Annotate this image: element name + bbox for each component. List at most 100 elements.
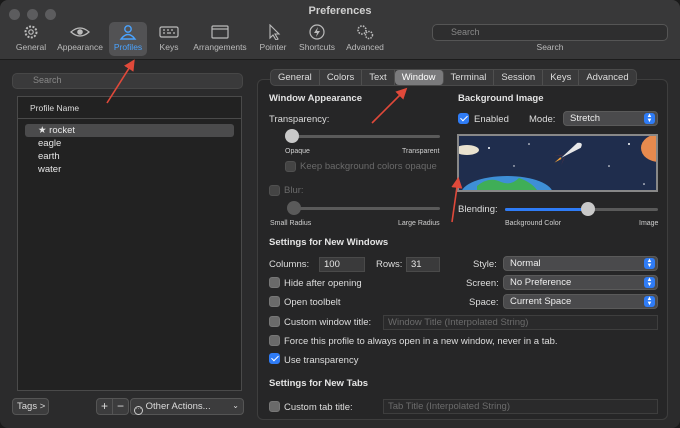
open-toolbelt-checkbox[interactable] <box>269 296 280 307</box>
lightning-icon <box>309 24 325 40</box>
style-label: Style: <box>473 259 497 270</box>
toolbar-keys[interactable]: Keys <box>152 22 186 56</box>
opaque-label: Opaque <box>285 148 310 155</box>
chevron-updown-icon: ▲ ▼ <box>644 277 655 288</box>
transparency-slider-knob[interactable] <box>285 129 299 143</box>
tab-terminal[interactable]: Terminal <box>444 70 495 85</box>
remove-profile-button[interactable]: − <box>113 398 129 415</box>
title-bar: Preferences General Appearance Profiles … <box>0 0 680 60</box>
other-actions-button[interactable]: ··· Other Actions... ⌄ <box>130 398 244 415</box>
settings-pane <box>257 79 668 420</box>
space-select[interactable]: Current Space ▲ ▼ <box>503 294 658 309</box>
force-new-window-checkbox[interactable] <box>269 335 280 346</box>
background-image-preview[interactable] <box>457 134 658 192</box>
tab-session[interactable]: Session <box>494 70 544 85</box>
toolbar-label: Advanced <box>346 42 384 52</box>
tab-advanced[interactable]: Advanced <box>579 70 635 85</box>
profile-row-eagle[interactable]: eagle <box>25 137 234 150</box>
chevron-updown-icon: ▲ ▼ <box>644 296 655 307</box>
toolbar-arrangements[interactable]: Arrangements <box>190 22 250 56</box>
search-input[interactable]: Search <box>432 24 668 41</box>
transparency-label: Transparency: <box>269 114 330 125</box>
person-icon <box>119 25 137 40</box>
large-radius-label: Large Radius <box>398 220 440 227</box>
use-transparency-label: Use transparency <box>284 355 359 366</box>
toolbar-label: Pointer <box>259 42 287 52</box>
mode-select[interactable]: Stretch ▲ ▼ <box>563 111 658 126</box>
screen-value: No Preference <box>510 277 572 288</box>
toolbar-label: Shortcuts <box>299 42 335 52</box>
hide-after-opening-checkbox[interactable] <box>269 277 280 288</box>
open-toolbelt-label: Open toolbelt <box>284 297 341 308</box>
toolbar-label: Keys <box>159 42 179 52</box>
chevron-updown-icon: ▲ ▼ <box>644 258 655 269</box>
blur-checkbox[interactable] <box>269 185 280 196</box>
blending-label: Blending: <box>458 204 498 215</box>
keep-bg-opaque-checkbox[interactable] <box>285 161 296 172</box>
chevron-updown-icon: ▲ ▼ <box>644 113 655 124</box>
toolbar-label: General <box>15 42 47 52</box>
rocket-space-image <box>459 136 656 190</box>
hide-after-opening-label: Hide after opening <box>284 278 362 289</box>
profile-row-water[interactable]: water <box>25 163 234 176</box>
chevron-down-icon: ⌄ <box>232 401 239 410</box>
toolbar-appearance[interactable]: Appearance <box>54 22 106 56</box>
tab-window[interactable]: Window <box>394 70 444 85</box>
profile-row-earth[interactable]: earth <box>25 150 234 163</box>
custom-window-title-checkbox[interactable] <box>269 316 280 327</box>
gear-icon <box>24 25 38 39</box>
bg-image-enabled-checkbox[interactable] <box>458 113 469 124</box>
toolbar-profiles[interactable]: Profiles <box>109 22 147 56</box>
custom-tab-title-checkbox[interactable] <box>269 401 280 412</box>
profile-search-input[interactable]: Search <box>12 73 243 89</box>
add-profile-button[interactable]: + <box>96 398 113 415</box>
screen-select[interactable]: No Preference ▲ ▼ <box>503 275 658 290</box>
pointer-icon <box>269 24 281 40</box>
blur-slider[interactable] <box>288 207 440 210</box>
rows-label: Rows: <box>376 259 403 270</box>
toolbar-advanced[interactable]: Advanced <box>343 22 387 56</box>
profile-row-rocket[interactable]: ★ rocket <box>25 124 234 137</box>
search-label: Search <box>536 42 564 52</box>
use-transparency-checkbox[interactable] <box>269 353 280 364</box>
toolbar-pointer[interactable]: Pointer <box>255 22 291 56</box>
tab-colors[interactable]: Colors <box>320 70 363 85</box>
tab-keys[interactable]: Keys <box>543 70 580 85</box>
bg-image-enabled-label: Enabled <box>474 114 509 125</box>
force-new-window-label: Force this profile to always open in a n… <box>284 336 558 347</box>
eye-icon <box>70 27 90 37</box>
other-actions-label: Other Actions... <box>145 401 211 412</box>
keyboard-icon <box>159 26 179 38</box>
toolbar-shortcuts[interactable]: Shortcuts <box>296 22 338 56</box>
profile-list: ★ rocket eagle earth water <box>18 119 241 176</box>
profile-name-header[interactable]: Profile Name <box>18 97 241 119</box>
toolbar-general[interactable]: General <box>12 22 50 56</box>
custom-window-title-input[interactable]: Window Title (Interpolated String) <box>383 315 658 330</box>
toolbar-label: Profiles <box>113 42 143 52</box>
transparent-label: Transparent <box>402 148 440 155</box>
toolbar-label: Appearance <box>57 42 103 52</box>
custom-window-title-label: Custom window title: <box>284 317 372 328</box>
window-title: Preferences <box>308 5 372 17</box>
new-windows-heading: Settings for New Windows <box>269 237 389 248</box>
blur-slider-knob[interactable] <box>287 201 301 215</box>
preferences-window: Preferences General Appearance Profiles … <box>0 0 680 428</box>
transparency-slider[interactable] <box>286 135 440 138</box>
profile-tabs: General Colors Text Window Terminal Sess… <box>270 69 637 86</box>
gears-icon <box>357 25 374 40</box>
tags-button[interactable]: Tags > <box>12 398 49 415</box>
custom-tab-title-input[interactable]: Tab Title (Interpolated String) <box>383 399 658 414</box>
window-icon <box>211 25 229 39</box>
columns-input[interactable]: 100 <box>319 257 365 272</box>
tab-text[interactable]: Text <box>362 70 395 85</box>
style-select[interactable]: Normal ▲ ▼ <box>503 256 658 271</box>
blur-label: Blur: <box>284 185 304 196</box>
ellipsis-circle-icon: ··· <box>134 406 143 415</box>
profile-table: Profile Name ★ rocket eagle earth water <box>17 96 242 391</box>
style-value: Normal <box>510 258 541 269</box>
window-appearance-heading: Window Appearance <box>269 93 362 104</box>
rows-input[interactable]: 31 <box>406 257 440 272</box>
keep-bg-opaque-label: Keep background colors opaque <box>300 161 437 172</box>
space-value: Current Space <box>510 296 572 307</box>
tab-general[interactable]: General <box>271 70 320 85</box>
